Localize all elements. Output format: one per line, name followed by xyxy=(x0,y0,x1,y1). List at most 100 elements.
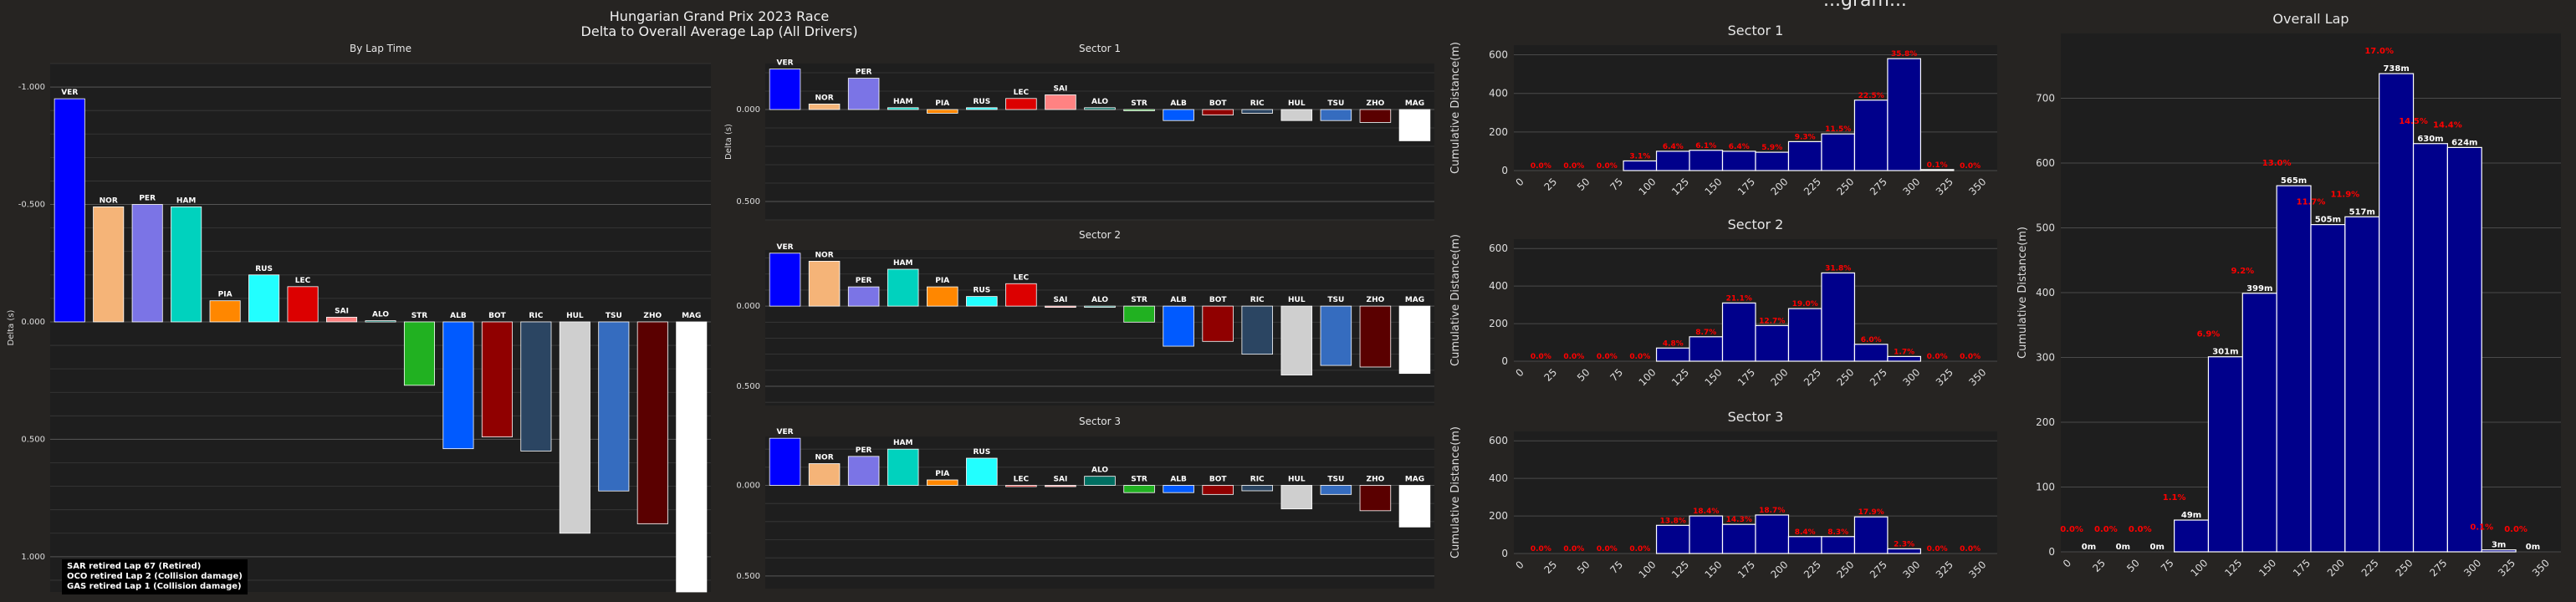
driver-label: HAM xyxy=(176,196,196,205)
bar-value-label: 517m xyxy=(2349,207,2375,217)
bar-zho xyxy=(1359,485,1392,512)
bar-value-label: 630m xyxy=(2417,135,2443,144)
bar-ver xyxy=(54,98,85,323)
bar-nor xyxy=(808,463,841,486)
subplot-title: By Lap Time xyxy=(350,43,411,54)
x-tick-label: 100 xyxy=(2188,557,2210,579)
y-tick-label: 0 xyxy=(2048,546,2055,558)
bar-mag xyxy=(1398,485,1431,528)
driver-label: STR xyxy=(1131,476,1147,484)
x-tick-label: 150 xyxy=(2257,557,2278,579)
bar-percent-label: 0.0% xyxy=(2060,525,2083,534)
bar-percent-label: 17.0% xyxy=(2364,47,2394,56)
bar-tsu xyxy=(1320,485,1352,495)
x-tick-label: 150 xyxy=(1703,559,1725,580)
histogram-bar xyxy=(2412,143,2448,553)
sector3-distance-histogram: 0 200 400 600 0 25 50 75 100 125 150 175 200 225 250 27… xyxy=(1449,409,1997,580)
bar-bot xyxy=(481,321,513,438)
histogram-bar xyxy=(1887,548,1922,554)
bar-percent-label: 14.3% xyxy=(1726,516,1752,524)
bar-percent-label: 18.7% xyxy=(1759,507,1785,515)
x-tick-label: 350 xyxy=(1966,559,1988,580)
y-tick-label: -0.500 xyxy=(18,201,45,210)
driver-label: MAG xyxy=(1405,476,1424,484)
x-tick-label: 125 xyxy=(2222,557,2244,579)
bar-per xyxy=(131,204,163,323)
driver-label: ALB xyxy=(450,312,467,320)
bar-rus xyxy=(966,457,998,486)
x-tick-label: 200 xyxy=(2325,557,2347,579)
sector3-delta-chart: 0.000 0.500 VER NOR PER HAM PIA RUS LEC SAI ALO STR… xyxy=(736,416,1434,589)
x-tick-label: 225 xyxy=(2359,557,2381,579)
bar-percent-label: 0.0% xyxy=(1927,545,1948,554)
driver-label: STR xyxy=(411,312,428,320)
bar-percent-label: 14.5% xyxy=(2399,117,2428,126)
bar-percent-label: 0.0% xyxy=(1629,545,1650,554)
x-tick-label: 225 xyxy=(1802,559,1823,580)
bar-ham xyxy=(887,448,919,486)
histogram-bar xyxy=(1787,536,1822,554)
driver-label: ALO xyxy=(1091,467,1108,475)
bar-ham xyxy=(171,206,202,323)
x-tick-label: 50 xyxy=(2124,557,2142,574)
retirement-entry: SAR retired Lap 67 (Retired) xyxy=(67,562,202,571)
driver-label: ZHO xyxy=(643,312,662,320)
bar-value-label: 565m xyxy=(2281,176,2307,186)
histogram-bar xyxy=(2174,519,2210,553)
y-tick-label: 0.500 xyxy=(21,435,45,444)
driver-label: RIC xyxy=(529,312,543,320)
x-tick-label: 25 xyxy=(1542,559,1560,576)
driver-label: ZHO xyxy=(1367,476,1385,484)
overall-lap-distance-histogram: 0 100 200 300 400 500 600 700 0 25 50 75 100 125 150 17… xyxy=(2016,11,2561,579)
y-axis-label: Cumulative Distance(m) xyxy=(1449,426,1462,559)
bar-alb xyxy=(1163,485,1194,493)
bar-zho xyxy=(636,321,668,524)
bar-percent-label: 0.1% xyxy=(2470,523,2493,533)
bar-value-label: 0m xyxy=(2526,543,2540,552)
bar-percent-label: 11.9% xyxy=(2330,190,2359,199)
y-axis-label: Cumulative Distance(m) xyxy=(2016,227,2029,359)
y-tick-label: 0.000 xyxy=(736,482,760,491)
driver-label: RUS xyxy=(255,265,273,273)
y-tick-label: 400 xyxy=(2036,287,2055,298)
bar-percent-label: 2.3% xyxy=(1894,540,1914,548)
bar-str xyxy=(1123,485,1155,493)
bar-rus xyxy=(248,274,280,323)
x-tick-label: 300 xyxy=(2461,557,2483,579)
bar-lec xyxy=(287,286,319,323)
bar-alb xyxy=(442,321,474,450)
retirement-entry: GAS retired Lap 1 (Collision damage) xyxy=(67,582,242,591)
bar-value-label: 49m xyxy=(2181,511,2201,520)
x-tick-label: 325 xyxy=(1934,559,1955,580)
bar-pia xyxy=(927,479,958,486)
bar-percent-label: 9.2% xyxy=(2231,267,2254,276)
bar-percent-label: 13.8% xyxy=(1660,517,1686,525)
bar-value-label: 505m xyxy=(2315,216,2341,225)
bar-mag xyxy=(676,321,708,593)
y-tick-label: -1.000 xyxy=(18,83,45,92)
y-tick-label: 100 xyxy=(2036,482,2055,493)
driver-label: HUL xyxy=(1288,476,1306,484)
bar-percent-label: 0.0% xyxy=(2504,525,2527,534)
bar-value-label: 399m xyxy=(2246,284,2272,293)
driver-label: VER xyxy=(61,89,78,97)
bar-tsu xyxy=(598,321,630,492)
x-tick-label: 275 xyxy=(1868,559,1889,580)
bar-value-label: 301m xyxy=(2212,348,2238,357)
subplot-title: Sector 3 xyxy=(1728,409,1784,425)
bar-value-label: 0m xyxy=(2082,543,2096,552)
histogram-bar xyxy=(2379,73,2415,553)
y-tick-label: 0 xyxy=(1501,548,1508,559)
bar-percent-label: 8.3% xyxy=(1827,528,1848,537)
driver-label: ALO xyxy=(372,311,389,319)
bar-percent-label: 0.0% xyxy=(1531,545,1551,554)
histogram-bar xyxy=(2241,293,2277,553)
x-tick-label: 100 xyxy=(1637,559,1659,580)
driver-label: RIC xyxy=(1250,476,1265,484)
y-tick-label: 200 xyxy=(2036,416,2055,428)
driver-label: PER xyxy=(139,195,156,203)
driver-label: PER xyxy=(856,446,872,455)
bar-per xyxy=(847,456,880,486)
histogram-bar xyxy=(1853,516,1889,554)
bar-value-label: 0m xyxy=(2149,543,2164,552)
